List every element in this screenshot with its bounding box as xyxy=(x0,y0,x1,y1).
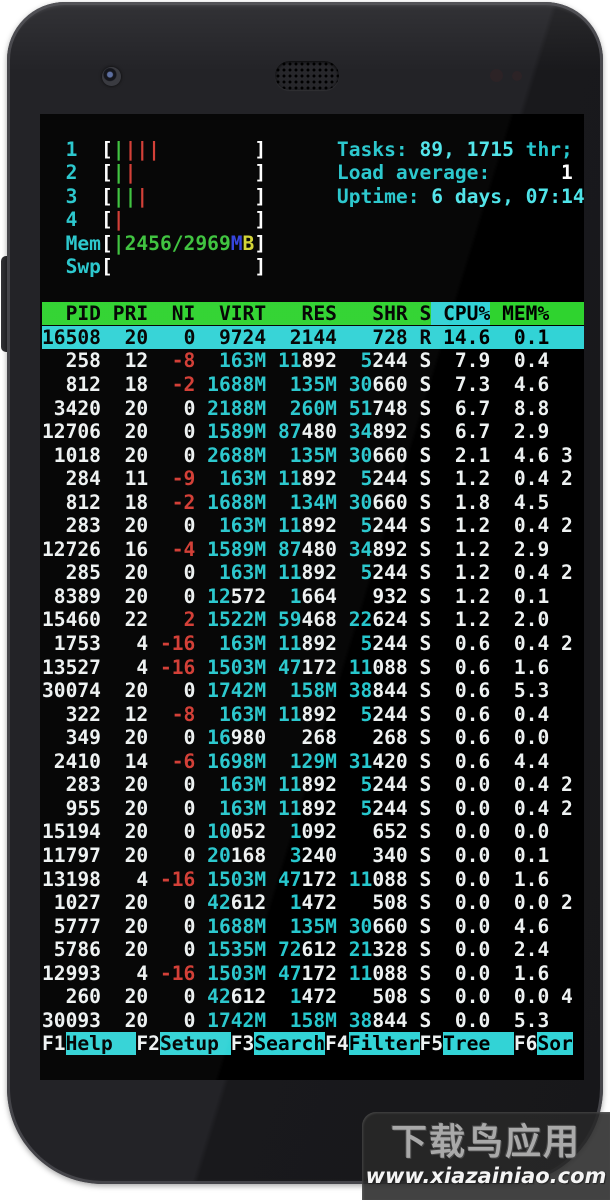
process-row[interactable]: 1753 4 -16 163M 11892 5244 S 0.6 0.4 2 xyxy=(42,632,584,656)
fkey-f3-label[interactable]: Search xyxy=(254,1032,326,1056)
meter-bar-green: | xyxy=(112,184,125,208)
fkey-f6-key: F6 xyxy=(513,1032,538,1056)
process-row[interactable]: 1027 20 0 42612 1472 508 S 0.0 0.0 2 xyxy=(42,891,584,915)
process-row[interactable]: 812 18 -2 1688M 134M 30660 S 1.8 4.5 xyxy=(42,491,584,515)
process-row[interactable]: 12993 4 -16 1503M 47172 11088 S 0.0 1.6 xyxy=(42,962,584,986)
process-row[interactable]: 3420 20 0 2188M 260M 51748 S 6.7 8.8 xyxy=(42,397,584,421)
meter-bar-red: | xyxy=(136,137,149,161)
process-row[interactable]: 5777 20 0 1688M 135M 30660 S 0.0 4.6 xyxy=(42,915,584,939)
fkey-f3-key: F3 xyxy=(230,1032,255,1056)
meter-3: 3 [||| ] Uptime: 6 days, 07:14 xyxy=(65,184,584,208)
process-row[interactable]: 812 18 -2 1688M 135M 30660 S 7.3 4.6 xyxy=(42,373,584,397)
process-row[interactable]: 285 20 0 163M 11892 5244 S 1.2 0.4 2 xyxy=(42,561,584,585)
fkey-f5-label[interactable]: Tree xyxy=(443,1032,514,1056)
earpiece-speaker-icon xyxy=(275,61,339,90)
ambient-sensor-icon xyxy=(512,71,522,81)
fkey-f5-key: F5 xyxy=(419,1032,444,1056)
meter-label: 1 xyxy=(65,137,101,161)
process-row[interactable]: 13527 4 -16 1503M 47172 11088 S 0.6 1.6 xyxy=(42,656,584,680)
fkey-f6-label[interactable]: Sor xyxy=(537,1032,573,1056)
front-camera-icon xyxy=(102,67,121,86)
meter-label: 2 xyxy=(65,161,101,185)
process-row[interactable]: 15194 20 0 10052 1092 652 S 0.0 0.0 xyxy=(42,820,584,844)
process-row[interactable]: 12726 16 -4 1589M 87480 34892 S 1.2 2.9 xyxy=(42,538,584,562)
meter-label: Swp xyxy=(65,255,101,279)
meter-bar-red: | xyxy=(112,208,125,232)
fkey-f2-label[interactable]: Setup xyxy=(159,1032,231,1056)
meter-bar-red: | xyxy=(124,161,137,185)
meter-swp: Swp[ ] xyxy=(65,255,267,279)
process-row[interactable]: 283 20 0 163M 11892 5244 S 1.2 0.4 2 xyxy=(42,514,584,538)
fkey-f4-label[interactable]: Filter xyxy=(348,1032,420,1056)
function-key-bar: F1Help F2Setup F3SearchF4FilterF5Tree F6… xyxy=(42,1032,584,1056)
column-header-pri[interactable]: PRI xyxy=(100,302,149,326)
meter-bar-green: | xyxy=(112,161,125,185)
process-row[interactable]: 13198 4 -16 1503M 47172 11088 S 0.0 1.6 xyxy=(42,868,584,892)
meter-bar-red: | xyxy=(148,137,160,161)
fkey-f1-key: F1 xyxy=(42,1032,66,1056)
meter-mem: Mem[|2456/2969MB] xyxy=(65,231,267,255)
column-header-cpupct[interactable]: CPU% xyxy=(431,302,491,326)
phone-frame: 1 [|||| ] Tasks: 89, 1715 thr; 2 [|| ] L… xyxy=(7,2,603,1184)
process-row[interactable]: 30074 20 0 1742M 158M 38844 S 0.6 5.3 xyxy=(42,679,584,703)
meter-2: 2 [|| ] Load average: 1 xyxy=(65,161,573,185)
process-row[interactable]: 12706 20 0 1589M 87480 34892 S 6.7 2.9 xyxy=(42,420,584,444)
meter-bar-green: | xyxy=(124,184,137,208)
meter-bar-green: | xyxy=(112,231,125,255)
fkey-f4-key: F4 xyxy=(325,1032,349,1056)
process-row[interactable]: 1018 20 0 2688M 135M 30660 S 2.1 4.6 3 xyxy=(42,444,584,468)
process-row[interactable]: 16508 20 0 9724 2144 728 R 14.6 0.1 xyxy=(42,325,584,350)
table-header: PID PRI NI VIRT RES SHR S CPU% MEM% xyxy=(42,302,584,326)
process-row[interactable]: 258 12 -8 163M 11892 5244 S 7.9 0.4 xyxy=(42,349,584,373)
meter-4: 4 [| ] xyxy=(65,208,267,232)
fkey-f1-label[interactable]: Help xyxy=(65,1032,137,1056)
process-row[interactable]: 955 20 0 163M 11892 5244 S 0.0 0.4 2 xyxy=(42,797,584,821)
watermark: 下载鸟应用 www.xiazainiao.com xyxy=(362,1112,610,1200)
process-row[interactable]: 11797 20 0 20168 3240 340 S 0.0 0.1 xyxy=(42,844,584,868)
process-row[interactable]: 284 11 -9 163M 11892 5244 S 1.2 0.4 2 xyxy=(42,467,584,491)
column-header-mempct[interactable]: MEM% xyxy=(490,302,550,326)
column-header-s[interactable]: S xyxy=(407,302,432,326)
process-row[interactable]: 30093 20 0 1742M 158M 38844 S 0.0 5.3 xyxy=(42,1009,584,1033)
process-row[interactable]: 260 20 0 42612 1472 508 S 0.0 0.0 4 xyxy=(42,985,584,1009)
meter-bar-red: | xyxy=(124,137,137,161)
column-header-shr[interactable]: SHR xyxy=(336,302,408,326)
process-row[interactable]: 283 20 0 163M 11892 5244 S 0.0 0.4 2 xyxy=(42,773,584,797)
column-header-virt[interactable]: VIRT xyxy=(195,302,267,326)
watermark-title: 下载鸟应用 xyxy=(390,1122,581,1163)
process-row[interactable]: 5786 20 0 1535M 72612 21328 S 0.0 2.4 xyxy=(42,938,584,962)
htop-terminal: 1 [|||| ] Tasks: 89, 1715 thr; 2 [|| ] L… xyxy=(42,114,584,1056)
column-header-ni[interactable]: NI xyxy=(148,302,196,326)
meter-bar-red: | xyxy=(136,184,149,208)
terminal-screen: 1 [|||| ] Tasks: 89, 1715 thr; 2 [|| ] L… xyxy=(40,114,584,1080)
fkey-f2-key: F2 xyxy=(136,1032,160,1056)
meter-label: 4 xyxy=(65,208,101,232)
process-row[interactable]: 15460 22 2 1522M 59468 22624 S 1.2 2.0 xyxy=(42,608,584,632)
process-row[interactable]: 8389 20 0 12572 1664 932 S 1.2 0.1 xyxy=(42,585,584,609)
screenshot-root: { "app": "htop", "meters": [ {"label":"1… xyxy=(0,0,610,1200)
proximity-sensor-icon xyxy=(490,69,503,82)
meter-1: 1 [|||| ] Tasks: 89, 1715 thr; xyxy=(65,137,573,161)
process-row[interactable]: 349 20 0 16980 268 268 S 0.6 0.0 xyxy=(42,726,584,750)
column-header-pid[interactable]: PID xyxy=(42,302,101,326)
column-header-res[interactable]: RES xyxy=(266,302,337,326)
meter-bar-green: | xyxy=(112,137,125,161)
watermark-url: www.xiazainiao.com xyxy=(365,1164,607,1188)
meter-label: 3 xyxy=(65,184,101,208)
process-row[interactable]: 2410 14 -6 1698M 129M 31420 S 0.6 4.4 xyxy=(42,750,584,774)
meter-label: Mem xyxy=(65,231,101,255)
process-row[interactable]: 322 12 -8 163M 11892 5244 S 0.6 0.4 xyxy=(42,703,584,727)
